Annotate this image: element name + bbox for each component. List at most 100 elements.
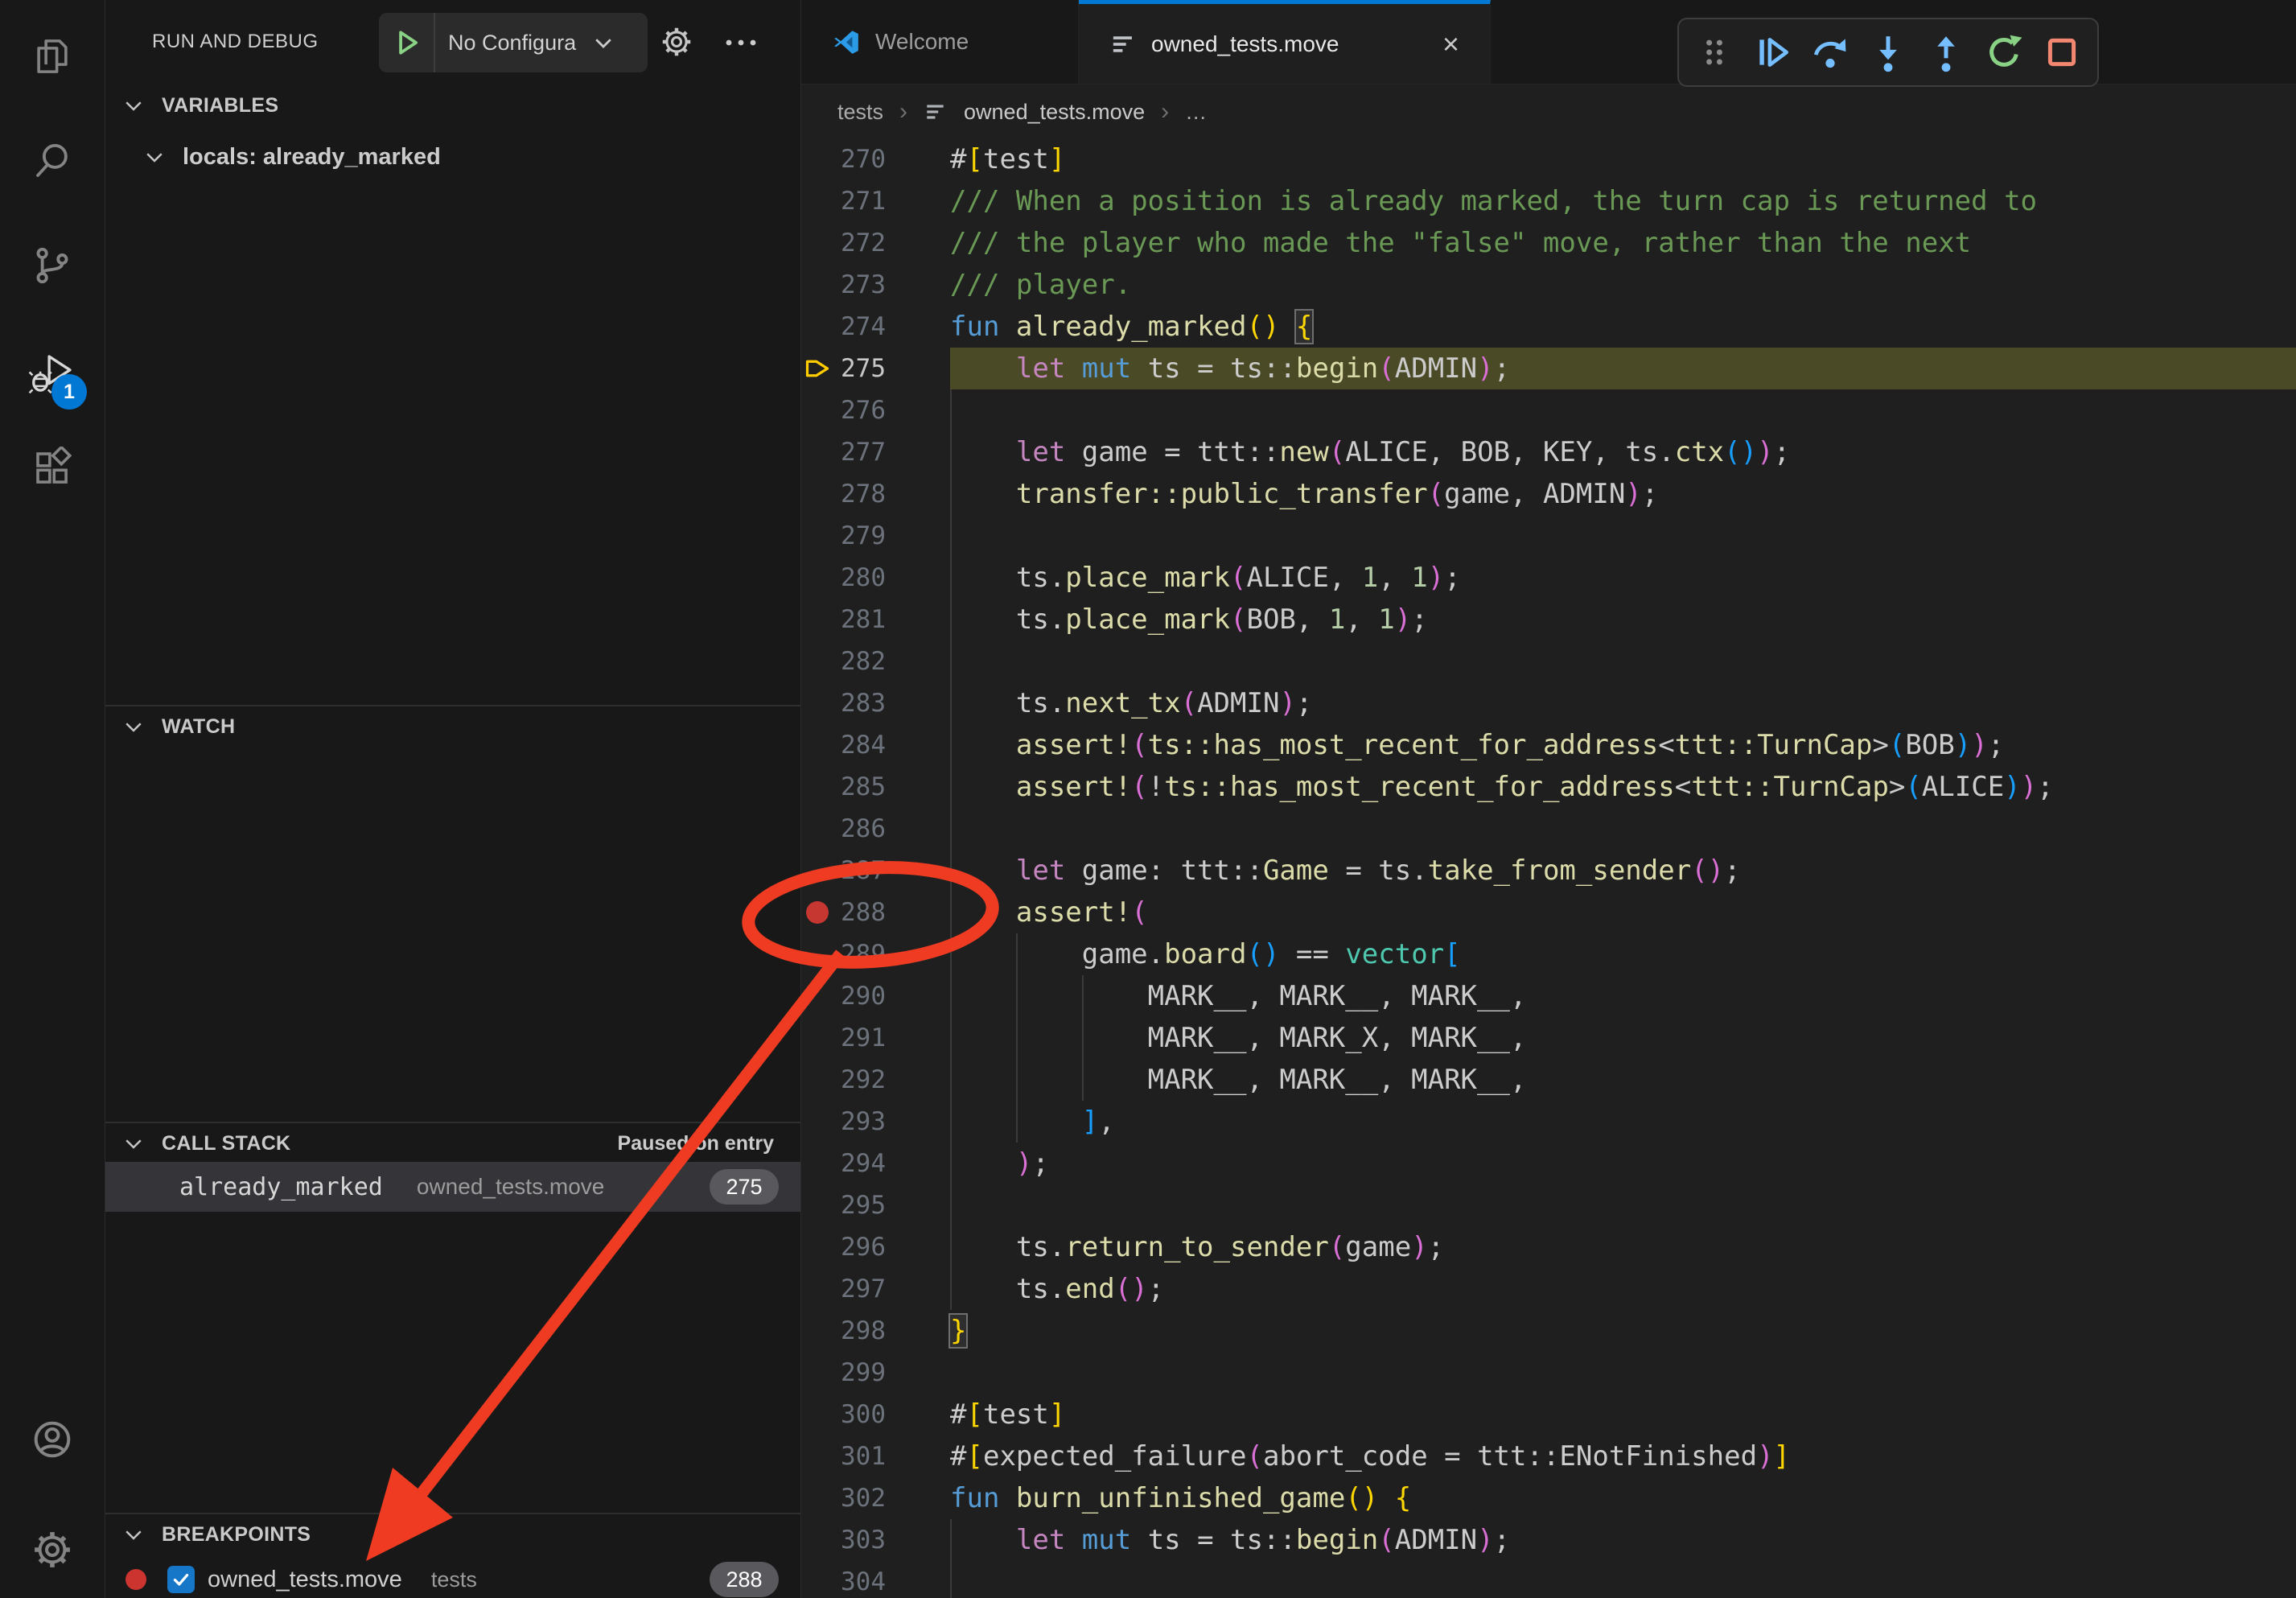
breakpoints-section-header[interactable]: BREAKPOINTS xyxy=(105,1516,800,1553)
code-line[interactable]: 285 assert!(!ts::has_most_recent_for_add… xyxy=(801,766,2296,808)
tab-owned-tests-move[interactable]: owned_tests.move × xyxy=(1079,0,1491,84)
glyph-margin[interactable] xyxy=(801,933,837,975)
code-line[interactable]: 270#[test] xyxy=(801,138,2296,180)
breadcrumb-item-symbol[interactable]: … xyxy=(1185,100,1207,125)
glyph-margin[interactable] xyxy=(801,682,837,724)
glyph-margin[interactable] xyxy=(801,222,837,264)
call-stack-section-header[interactable]: CALL STACK Paused on entry xyxy=(105,1125,800,1162)
stop-icon[interactable] xyxy=(2039,30,2084,75)
launch-config-dropdown[interactable]: No Configura xyxy=(379,13,648,72)
glyph-margin[interactable] xyxy=(801,1101,837,1143)
glyph-margin[interactable] xyxy=(801,431,837,473)
code-line[interactable]: 276 xyxy=(801,389,2296,431)
code-line[interactable]: 271/// When a position is already marked… xyxy=(801,180,2296,222)
account-icon[interactable] xyxy=(0,1398,105,1481)
variables-scope-locals[interactable]: locals: already_marked xyxy=(105,135,800,179)
breakpoint-dot[interactable] xyxy=(801,892,837,933)
current-frame-arrow-icon[interactable] xyxy=(801,348,837,389)
variables-section-header[interactable]: VARIABLES xyxy=(105,87,800,124)
watch-section-header[interactable]: WATCH xyxy=(105,708,800,745)
glyph-margin[interactable] xyxy=(801,975,837,1017)
glyph-margin[interactable] xyxy=(801,766,837,808)
step-out-icon[interactable] xyxy=(1924,30,1969,75)
code-line[interactable]: 294 ); xyxy=(801,1143,2296,1184)
restart-icon[interactable] xyxy=(1981,30,2026,75)
step-into-icon[interactable] xyxy=(1866,30,1911,75)
extensions-icon[interactable] xyxy=(0,426,105,510)
glyph-margin[interactable] xyxy=(801,1561,837,1598)
glyph-margin[interactable] xyxy=(801,1394,837,1435)
breakpoint-checkbox[interactable] xyxy=(167,1566,195,1593)
code-line[interactable]: 275 let mut ts = ts::begin(ADMIN); xyxy=(801,348,2296,389)
code-line[interactable]: 284 assert!(ts::has_most_recent_for_addr… xyxy=(801,724,2296,766)
settings-gear-icon[interactable] xyxy=(0,1508,105,1592)
source-control-icon[interactable] xyxy=(0,224,105,307)
tab-welcome[interactable]: Welcome xyxy=(801,0,1079,84)
breadcrumb-item-tests[interactable]: tests xyxy=(837,100,883,125)
breadcrumb-item-file[interactable]: owned_tests.move xyxy=(964,100,1145,125)
code-line[interactable]: 289 game.board() == vector[ xyxy=(801,933,2296,975)
explorer-icon[interactable] xyxy=(0,14,105,98)
drag-handle-icon[interactable] xyxy=(1692,30,1737,75)
glyph-margin[interactable] xyxy=(801,724,837,766)
code-line[interactable]: 286 xyxy=(801,808,2296,850)
code-line[interactable]: 288 assert!( xyxy=(801,892,2296,933)
code-line[interactable]: 287 let game: ttt::Game = ts.take_from_s… xyxy=(801,850,2296,892)
code-line[interactable]: 281 ts.place_mark(BOB, 1, 1); xyxy=(801,599,2296,640)
code-line[interactable]: 293 ], xyxy=(801,1101,2296,1143)
glyph-margin[interactable] xyxy=(801,1184,837,1226)
code-line[interactable]: 274fun already_marked() { xyxy=(801,306,2296,348)
glyph-margin[interactable] xyxy=(801,1310,837,1352)
code-line[interactable]: 303 let mut ts = ts::begin(ADMIN); xyxy=(801,1519,2296,1561)
glyph-margin[interactable] xyxy=(801,1143,837,1184)
close-icon[interactable]: × xyxy=(1442,27,1459,61)
glyph-margin[interactable] xyxy=(801,473,837,515)
glyph-margin[interactable] xyxy=(801,515,837,557)
glyph-margin[interactable] xyxy=(801,180,837,222)
more-actions-icon[interactable] xyxy=(723,35,759,50)
glyph-margin[interactable] xyxy=(801,1017,837,1059)
code-line[interactable]: 299 xyxy=(801,1352,2296,1394)
glyph-margin[interactable] xyxy=(801,1435,837,1477)
code-line[interactable]: 278 transfer::public_transfer(game, ADMI… xyxy=(801,473,2296,515)
breakpoint-list-item[interactable]: owned_tests.move tests 288 xyxy=(105,1558,800,1598)
code-line[interactable]: 282 xyxy=(801,640,2296,682)
code-line[interactable]: 296 ts.return_to_sender(game); xyxy=(801,1226,2296,1268)
code-line[interactable]: 277 let game = ttt::new(ALICE, BOB, KEY,… xyxy=(801,431,2296,473)
glyph-margin[interactable] xyxy=(801,306,837,348)
code-line[interactable]: 301#[expected_failure(abort_code = ttt::… xyxy=(801,1435,2296,1477)
code-line[interactable]: 292 MARK__, MARK__, MARK__, xyxy=(801,1059,2296,1101)
glyph-margin[interactable] xyxy=(801,1477,837,1519)
code-line[interactable]: 304 xyxy=(801,1561,2296,1598)
glyph-margin[interactable] xyxy=(801,264,837,306)
run-and-debug-icon[interactable]: 1 xyxy=(0,332,105,416)
glyph-margin[interactable] xyxy=(801,850,837,892)
glyph-margin[interactable] xyxy=(801,1059,837,1101)
glyph-margin[interactable] xyxy=(801,599,837,640)
code-line[interactable]: 273/// player. xyxy=(801,264,2296,306)
debug-settings-gear-icon[interactable] xyxy=(659,24,694,60)
code-line[interactable]: 291 MARK__, MARK_X, MARK__, xyxy=(801,1017,2296,1059)
code-line[interactable]: 297 ts.end(); xyxy=(801,1268,2296,1310)
glyph-margin[interactable] xyxy=(801,640,837,682)
step-over-icon[interactable] xyxy=(1808,30,1853,75)
code-line[interactable]: 295 xyxy=(801,1184,2296,1226)
glyph-margin[interactable] xyxy=(801,557,837,599)
glyph-margin[interactable] xyxy=(801,389,837,431)
glyph-margin[interactable] xyxy=(801,1352,837,1394)
code-line[interactable]: 283 ts.next_tx(ADMIN); xyxy=(801,682,2296,724)
code-line[interactable]: 300#[test] xyxy=(801,1394,2296,1435)
code-line[interactable]: 279 xyxy=(801,515,2296,557)
continue-icon[interactable] xyxy=(1750,30,1795,75)
code-line[interactable]: 280 ts.place_mark(ALICE, 1, 1); xyxy=(801,557,2296,599)
glyph-margin[interactable] xyxy=(801,808,837,850)
code-line[interactable]: 290 MARK__, MARK__, MARK__, xyxy=(801,975,2296,1017)
code-line[interactable]: 298} xyxy=(801,1310,2296,1352)
glyph-margin[interactable] xyxy=(801,138,837,180)
search-icon[interactable] xyxy=(0,119,105,203)
code-line[interactable]: 272/// the player who made the "false" m… xyxy=(801,222,2296,264)
glyph-margin[interactable] xyxy=(801,1519,837,1561)
glyph-margin[interactable] xyxy=(801,1226,837,1268)
code-line[interactable]: 302fun burn_unfinished_game() { xyxy=(801,1477,2296,1519)
call-stack-frame[interactable]: already_marked owned_tests.move 275 xyxy=(105,1162,800,1212)
